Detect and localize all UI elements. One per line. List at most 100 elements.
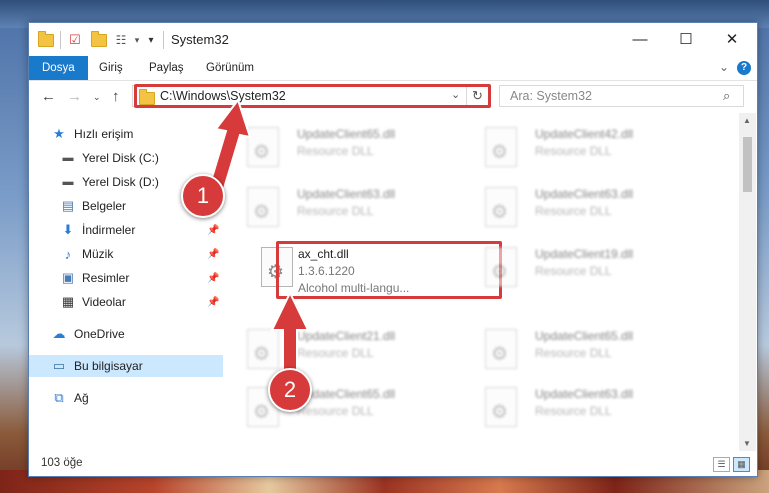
minimize-button[interactable]: — bbox=[617, 23, 663, 55]
customize-toolbar-icon[interactable]: ▾ bbox=[143, 32, 159, 48]
file-item[interactable]: ⚙ UpdateClient63.dll Resource DLL bbox=[467, 381, 697, 436]
back-arrow-icon[interactable]: ← bbox=[41, 88, 56, 105]
search-input[interactable]: Ara: System32 ⌕ bbox=[499, 85, 744, 107]
video-icon: ▦ bbox=[61, 294, 75, 309]
navigation-bar: ← → ⌄ ↑ C:\Windows\System32 ⌄ ↻ Ara: Sys… bbox=[29, 81, 757, 113]
sidebar-item-onedrive[interactable]: ☁ OneDrive bbox=[29, 323, 223, 345]
cloud-icon: ☁ bbox=[52, 326, 66, 341]
file-type: Resource DLL bbox=[535, 204, 612, 218]
window-title: System32 bbox=[171, 32, 229, 47]
file-type: Resource DLL bbox=[535, 264, 612, 278]
file-item[interactable]: ⚙ UpdateClient65.dll Resource DLL bbox=[229, 381, 459, 436]
file-name: UpdateClient63.dll bbox=[535, 387, 634, 401]
dll-file-icon: ⚙ bbox=[485, 127, 519, 167]
maximize-button[interactable]: ☐ bbox=[663, 23, 709, 55]
up-arrow-icon[interactable]: ↑ bbox=[112, 88, 120, 105]
status-bar: 103 öğe ☰ ▦ bbox=[29, 453, 757, 475]
divider bbox=[163, 31, 164, 49]
tab-view[interactable]: Görünüm bbox=[206, 56, 254, 80]
properties-icon[interactable]: ☑ bbox=[67, 32, 83, 48]
step1-badge: 1 bbox=[181, 174, 225, 218]
pin-icon[interactable]: 📌 bbox=[207, 273, 219, 284]
sidebar-item-label: Yerel Disk (C:) bbox=[82, 151, 159, 165]
file-item[interactable]: ⚙ UpdateClient65.dll Resource DLL bbox=[229, 121, 459, 176]
details-view-icon[interactable]: ☰ bbox=[713, 457, 730, 472]
file-item[interactable]: ⚙ UpdateClient65.dll Resource DLL bbox=[467, 323, 697, 378]
dll-file-icon: ⚙ bbox=[485, 187, 519, 227]
sidebar-item-pictures[interactable]: ▣ Resimler 📌 bbox=[29, 267, 223, 289]
ribbon-expand-icon[interactable]: ⌄ bbox=[719, 60, 729, 74]
tiles-view-icon[interactable]: ▦ bbox=[733, 457, 750, 472]
download-icon: ⬇ bbox=[62, 222, 74, 237]
sidebar-item-label: Belgeler bbox=[82, 199, 127, 213]
file-name: UpdateClient63.dll bbox=[535, 187, 634, 201]
file-item[interactable]: ⚙ UpdateClient21.dll Resource DLL bbox=[229, 323, 459, 378]
view-menu-icon[interactable]: ☷ bbox=[113, 32, 129, 48]
step2-badge: 2 bbox=[268, 368, 312, 412]
file-type: Resource DLL bbox=[535, 404, 612, 418]
sidebar-item-label: Hızlı erişim bbox=[74, 127, 134, 141]
explorer-window: ☑ ☷ ▾ ▾ System32 — ☐ ✕ Dosya Giriş Payla… bbox=[28, 22, 758, 477]
star-icon: ★ bbox=[53, 126, 65, 141]
tab-file[interactable]: Dosya bbox=[29, 56, 88, 80]
close-button[interactable]: ✕ bbox=[709, 23, 755, 55]
dll-file-icon: ⚙ bbox=[485, 247, 519, 287]
sidebar-item-music[interactable]: ♪ Müzik 📌 bbox=[29, 243, 223, 265]
file-item[interactable]: ⚙ UpdateClient19.dll Resource DLL bbox=[467, 241, 697, 296]
vertical-scrollbar[interactable]: ▲ ▼ bbox=[739, 113, 756, 451]
sidebar-item-label: Videolar bbox=[82, 295, 126, 309]
scroll-down-icon[interactable]: ▼ bbox=[743, 439, 751, 448]
sidebar-item-network[interactable]: ⧉ Ağ bbox=[29, 387, 223, 409]
network-icon: ⧉ bbox=[54, 390, 64, 405]
sidebar-item-label: Müzik bbox=[82, 247, 114, 261]
file-type: Resource DLL bbox=[297, 204, 374, 218]
dll-file-icon: ⚙ bbox=[485, 329, 519, 369]
folder-icon[interactable] bbox=[38, 30, 54, 48]
dll-file-icon: ⚙ bbox=[485, 387, 519, 427]
file-type: Resource DLL bbox=[297, 144, 374, 158]
scrollbar-thumb[interactable] bbox=[743, 137, 752, 192]
disk-icon: ▬ bbox=[62, 152, 74, 164]
forward-arrow-icon[interactable]: → bbox=[67, 88, 82, 105]
sidebar-item-this-pc[interactable]: ▭ Bu bilgisayar bbox=[29, 355, 223, 377]
file-type: Resource DLL bbox=[535, 144, 612, 158]
new-folder-icon[interactable] bbox=[91, 30, 107, 48]
sidebar-item-videos[interactable]: ▦ Videolar 📌 bbox=[29, 291, 223, 313]
scroll-up-icon[interactable]: ▲ bbox=[743, 116, 751, 125]
pin-icon[interactable]: 📌 bbox=[207, 297, 219, 308]
file-name: UpdateClient63.dll bbox=[297, 187, 396, 201]
search-icon[interactable]: ⌕ bbox=[723, 88, 730, 104]
file-item[interactable]: ⚙ UpdateClient63.dll Resource DLL bbox=[229, 181, 459, 236]
title-bar: ☑ ☷ ▾ ▾ System32 — ☐ ✕ bbox=[29, 23, 757, 57]
disk-icon: ▬ bbox=[62, 176, 74, 188]
picture-icon: ▣ bbox=[61, 270, 75, 285]
file-name: UpdateClient65.dll bbox=[535, 329, 634, 343]
sidebar-item-label: Ağ bbox=[74, 391, 89, 405]
file-type: Resource DLL bbox=[535, 346, 612, 360]
help-icon[interactable]: ? bbox=[737, 61, 751, 75]
ribbon: Dosya Giriş Paylaş Görünüm ⌄ ? bbox=[29, 56, 757, 81]
sidebar-item-label: Bu bilgisayar bbox=[74, 359, 143, 373]
sidebar-item-label: İndirmeler bbox=[82, 223, 136, 237]
tab-share[interactable]: Paylaş bbox=[149, 56, 184, 80]
file-name: UpdateClient19.dll bbox=[535, 247, 634, 261]
file-type: Resource DLL bbox=[297, 404, 374, 418]
item-count: 103 öğe bbox=[41, 457, 83, 469]
sidebar-item-label: Yerel Disk (D:) bbox=[82, 175, 159, 189]
sidebar-item-label: Resimler bbox=[82, 271, 130, 285]
file-name: UpdateClient65.dll bbox=[297, 127, 396, 141]
sidebar-item-downloads[interactable]: ⬇ İndirmeler 📌 bbox=[29, 219, 223, 241]
file-item[interactable]: ⚙ UpdateClient63.dll Resource DLL bbox=[467, 181, 697, 236]
file-item[interactable]: ⚙ UpdateClient42.dll Resource DLL bbox=[467, 121, 697, 176]
divider bbox=[60, 31, 61, 49]
file-name: UpdateClient42.dll bbox=[535, 127, 634, 141]
tab-home[interactable]: Giriş bbox=[99, 56, 123, 80]
document-icon: ▤ bbox=[61, 198, 75, 213]
recent-locations-icon[interactable]: ⌄ bbox=[93, 92, 101, 103]
pin-icon[interactable]: 📌 bbox=[207, 249, 219, 260]
music-icon: ♪ bbox=[64, 246, 72, 262]
pin-icon[interactable]: 📌 bbox=[207, 225, 219, 236]
computer-icon: ▭ bbox=[52, 358, 66, 373]
sidebar-item-label: OneDrive bbox=[74, 327, 125, 341]
search-placeholder: Ara: System32 bbox=[510, 89, 592, 103]
